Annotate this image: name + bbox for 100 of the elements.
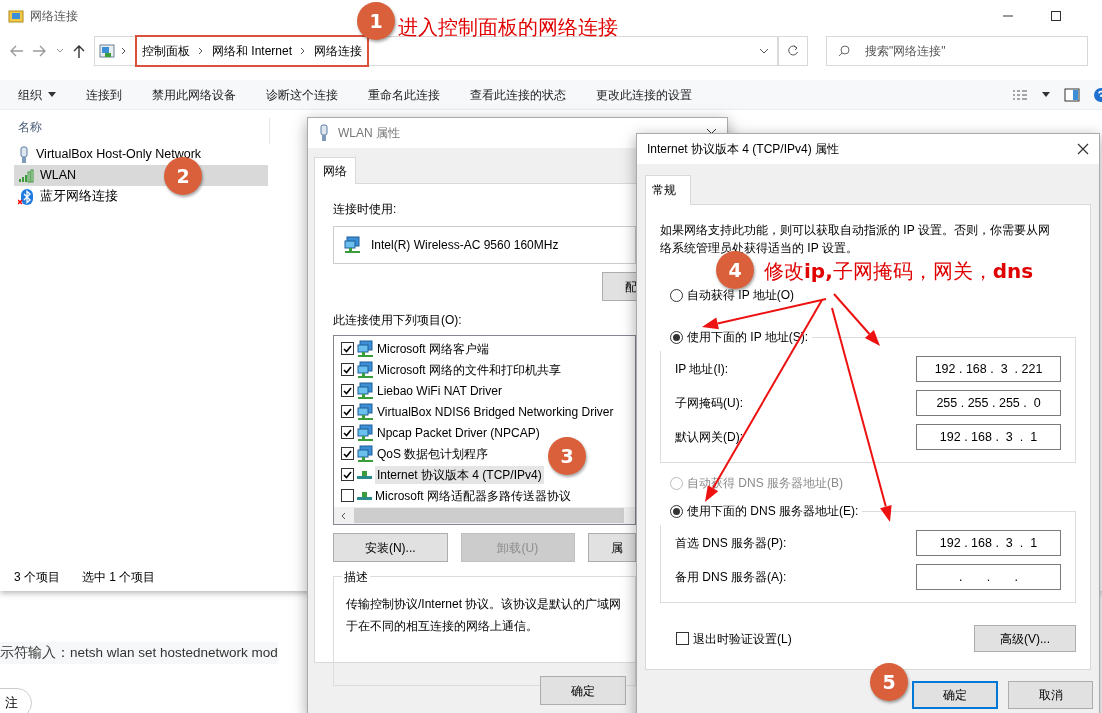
description-text: 传输控制协议/Internet 协议。该协议是默认的广域网: [346, 596, 623, 613]
radio-button[interactable]: [670, 504, 683, 518]
network-protocol-icon: [357, 491, 372, 500]
signal-bars-icon: [18, 168, 34, 183]
breadcrumb-item[interactable]: 网络连接: [314, 42, 363, 60]
maximize-icon[interactable]: [1050, 10, 1062, 22]
horizontal-scrollbar[interactable]: [334, 507, 635, 524]
checkbox[interactable]: [341, 468, 354, 481]
tab[interactable]: 常规: [645, 175, 691, 205]
search-field[interactable]: 搜索"网络连接": [826, 36, 1088, 66]
field-label: 连接时使用:: [333, 201, 398, 218]
component-item[interactable]: Microsoft 网络的文件和打印机共享: [377, 360, 561, 379]
toolbar-button[interactable]: 诊断这个连接: [266, 85, 338, 104]
cancel-button[interactable]: 取消: [1008, 681, 1093, 709]
caret-icon[interactable]: [1042, 92, 1050, 97]
checkbox[interactable]: [341, 405, 354, 418]
tab[interactable]: 网络: [314, 157, 356, 184]
caret-icon: [48, 92, 56, 97]
network-protocol-icon: [357, 470, 372, 479]
field-label: 默认网关(D):: [675, 429, 743, 446]
chevron-right-icon: [121, 47, 127, 55]
up-arrow-icon[interactable]: [72, 43, 86, 59]
radio-button[interactable]: [670, 288, 683, 302]
network-computer-icon: [357, 402, 374, 421]
scrollbar-thumb[interactable]: [354, 508, 624, 523]
network-computer-icon: [344, 236, 361, 254]
bluetooth-icon: [18, 188, 34, 205]
refresh-icon[interactable]: [787, 45, 799, 57]
component-item[interactable]: QoS 数据包计划程序: [377, 444, 489, 463]
annotation-text: 修改ip,子网掩码，网关，dns: [764, 258, 1034, 285]
network-adapter-icon: [18, 145, 30, 164]
radio-label[interactable]: 自动获得 IP 地址(O): [687, 286, 795, 304]
status-text: 3 个项目: [14, 569, 60, 586]
network-computer-icon: [357, 339, 374, 358]
control-panel-icon: [99, 43, 115, 59]
group-legend: 描述: [342, 568, 370, 586]
status-text: 选中 1 个项目: [82, 569, 156, 586]
toolbar-button[interactable]: 更改此连接的设置: [596, 85, 692, 104]
page-text: 示符输入：netsh wlan set hostednetwork mod: [0, 642, 278, 664]
field-label: 子网掩码(U):: [675, 395, 743, 412]
checkbox[interactable]: [341, 342, 354, 355]
ip-address-field[interactable]: 255 . 255 . 255 . 0: [916, 390, 1061, 416]
chevron-left-icon[interactable]: [340, 511, 346, 520]
component-item[interactable]: VirtualBox NDIS6 Bridged Networking Driver: [377, 402, 614, 421]
properties-button[interactable]: 属: [588, 533, 636, 562]
ok-button[interactable]: 确定: [540, 676, 626, 705]
dialog-title: Internet 协议版本 4 (TCP/IPv4) 属性: [647, 141, 840, 158]
ip-address-field[interactable]: 192 . 168 . 3 . 1: [916, 530, 1061, 556]
toolbar-button[interactable]: 连接到: [86, 85, 122, 104]
advanced-button[interactable]: 高级(V)...: [974, 625, 1076, 652]
component-item[interactable]: Liebao WiFi NAT Driver: [377, 381, 502, 400]
follow-button[interactable]: 注: [0, 688, 32, 713]
radio-label[interactable]: 使用下面的 DNS 服务器地址(E):: [687, 502, 859, 520]
breadcrumb-item[interactable]: 控制面板: [142, 42, 190, 60]
checkbox[interactable]: [341, 426, 354, 439]
field-label: IP 地址(I):: [675, 361, 729, 378]
toolbar-button[interactable]: 重命名此连接: [368, 85, 440, 104]
forward-arrow-icon[interactable]: [32, 44, 48, 58]
checkbox[interactable]: [341, 363, 354, 376]
ip-address-field[interactable]: 192 . 168 . 3 . 221: [916, 356, 1061, 382]
network-folder-icon: [8, 8, 24, 24]
field-label: 备用 DNS 服务器(A):: [675, 569, 787, 586]
toolbar-button[interactable]: 查看此连接的状态: [470, 85, 566, 104]
ip-address-field[interactable]: 192 . 168 . 3 . 1: [916, 424, 1061, 450]
chevron-right-icon: [198, 47, 204, 55]
field-label: 首选 DNS 服务器(P):: [675, 535, 787, 552]
network-computer-icon: [357, 423, 374, 442]
network-computer-icon: [357, 381, 374, 400]
chevron-right-icon: [300, 47, 307, 55]
component-item[interactable]: Internet 协议版本 4 (TCP/IPv4): [375, 465, 544, 484]
checkbox[interactable]: [676, 632, 689, 645]
preview-pane-icon[interactable]: [1064, 87, 1080, 102]
dialog-title: WLAN 属性: [338, 125, 400, 142]
annotation-text: 进入控制面板的网络连接: [398, 14, 618, 41]
toolbar-button[interactable]: 禁用此网络设备: [152, 85, 236, 104]
radio-button[interactable]: [670, 330, 683, 344]
component-item[interactable]: Microsoft 网络适配器多路传送器协议: [375, 486, 571, 505]
component-item[interactable]: Npcap Packet Driver (NPCAP): [377, 423, 540, 442]
checkbox-label[interactable]: 退出时验证设置(L): [693, 629, 792, 648]
column-header[interactable]: 名称: [14, 118, 270, 144]
description-text: 于在不同的相互连接的网络上通信。: [346, 618, 539, 635]
ok-button[interactable]: 确定: [912, 681, 998, 709]
configure-button[interactable]: 配: [602, 272, 638, 301]
search-icon: [838, 45, 850, 57]
network-computer-icon: [357, 444, 374, 463]
checkbox[interactable]: [341, 447, 354, 460]
checkbox[interactable]: [341, 384, 354, 397]
breadcrumb-item[interactable]: 网络和 Internet: [212, 42, 293, 60]
component-item[interactable]: Microsoft 网络客户端: [377, 339, 489, 358]
install-button[interactable]: 安装(N)...: [333, 533, 448, 562]
network-computer-icon: [357, 360, 374, 379]
field-label: 此连接使用下列项目(O):: [333, 312, 463, 329]
ip-address-field[interactable]: . . .: [916, 564, 1061, 590]
back-arrow-icon[interactable]: [8, 44, 24, 58]
close-icon[interactable]: [1077, 143, 1089, 155]
toolbar-button[interactable]: 组织: [18, 85, 56, 104]
window-title: 网络连接: [30, 8, 78, 25]
adapter-name: Intel(R) Wireless-AC 9560 160MHz: [371, 237, 559, 254]
checkbox[interactable]: [341, 489, 354, 502]
chevron-down-icon[interactable]: [759, 48, 769, 54]
